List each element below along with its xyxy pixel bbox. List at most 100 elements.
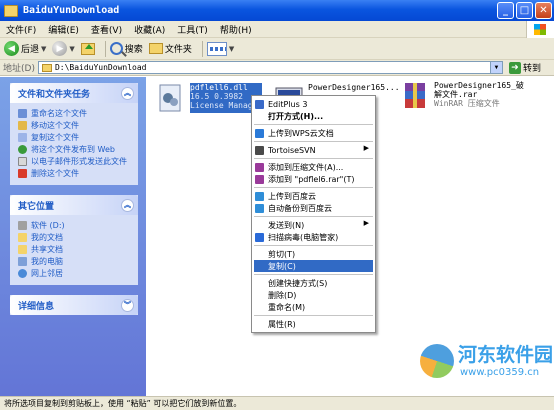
forward-button[interactable]: ▶ ▼ (52, 41, 75, 56)
place-network-label: 网上邻居 (31, 269, 63, 278)
menu-file[interactable]: 文件(F) (0, 23, 42, 36)
context-menu-item[interactable]: 剪切(T) (254, 248, 373, 260)
toolbar: ◀ 后退 ▼ ▶ ▼ 搜索 文件夹 ▼ (0, 38, 554, 60)
context-menu-label: 上传到百度云 (268, 191, 316, 201)
task-rename[interactable]: 重命名这个文件 (18, 108, 132, 119)
network-icon (18, 269, 27, 278)
task-delete[interactable]: 删除这个文件 (18, 168, 132, 179)
task-copy-label: 复制这个文件 (31, 133, 79, 142)
up-folder-button[interactable] (80, 42, 95, 55)
task-email[interactable]: 以电子邮件形式发送此文件 (18, 156, 132, 167)
folders-label: 文件夹 (164, 45, 192, 55)
address-path: D:\BaiduYunDownload (54, 63, 147, 72)
menu-edit[interactable]: 编辑(E) (42, 23, 85, 36)
address-bar: 地址(D) D:\BaiduYunDownload ▼ ➜ 转到 (0, 60, 554, 76)
context-menu-item[interactable]: 添加到 "pdflel6.rar"(T) (254, 173, 373, 185)
address-input[interactable]: D:\BaiduYunDownload ▼ (37, 61, 503, 74)
context-menu-item[interactable]: 复制(C) (254, 260, 373, 272)
context-menu-item[interactable]: EditPlus 3 (254, 98, 373, 110)
views-button[interactable]: ▼ (206, 41, 234, 56)
toolbar-separator (104, 40, 106, 57)
context-menu-label: 剪切(T) (268, 249, 296, 259)
context-menu-label: 发送到(N) (268, 220, 305, 230)
search-button[interactable]: 搜索 (109, 42, 143, 55)
context-menu-item[interactable]: 删除(D) (254, 289, 373, 301)
folder-icon (148, 43, 163, 54)
menu-help[interactable]: 帮助(H) (214, 23, 258, 36)
back-button[interactable]: ◀ 后退 ▼ (4, 41, 46, 56)
folder-icon (18, 233, 27, 242)
place-network[interactable]: 网上邻居 (18, 268, 132, 279)
context-menu-item[interactable]: 创建快捷方式(S) (254, 277, 373, 289)
winrar-archive-icon (400, 81, 430, 111)
menu-separator (254, 245, 373, 246)
file-name-cont: 解文件.rar (434, 90, 478, 99)
context-menu-label: 重命名(M) (268, 302, 306, 312)
context-menu-label: 创建快捷方式(S) (268, 278, 328, 288)
chevron-down-icon[interactable]: ▼ (489, 62, 502, 73)
task-move-label: 移动这个文件 (31, 121, 79, 130)
maximize-button[interactable]: □ (516, 2, 533, 19)
chevron-down-icon[interactable]: ▼ (69, 45, 74, 53)
context-menu-item[interactable]: 扫描病毒(电脑管家) (254, 231, 373, 243)
menu-separator (254, 158, 373, 159)
task-move[interactable]: 移动这个文件 (18, 120, 132, 131)
place-shared-documents[interactable]: 共享文档 (18, 244, 132, 255)
go-button[interactable]: ➜ 转到 (508, 61, 541, 74)
context-menu-item[interactable]: 自动备份到百度云 (254, 202, 373, 214)
task-publish-web[interactable]: 将这个文件发布到 Web (18, 144, 132, 155)
file-item-dll[interactable]: pdflell6.dll 16.5 0.3982 License Manager (156, 83, 263, 113)
go-arrow-icon: ➜ (508, 61, 521, 74)
other-places-title: 其它位置 (18, 201, 55, 212)
chevron-down-icon[interactable]: ▼ (229, 45, 234, 53)
file-tasks-panel: 文件和文件夹任务 ︽ 重命名这个文件 移动这个文件 复制这个文件 将这个文件发布… (10, 83, 138, 185)
globe-icon (18, 145, 27, 154)
place-drive-d[interactable]: 软件 (D:) (18, 220, 132, 231)
menu-favorites[interactable]: 收藏(A) (128, 23, 171, 36)
context-menu-item[interactable]: 上传到百度云 (254, 190, 373, 202)
place-shared-label: 共享文档 (31, 245, 63, 254)
menu-view[interactable]: 查看(V) (85, 23, 128, 36)
place-my-documents[interactable]: 我的文档 (18, 232, 132, 243)
file-type: WinRAR 压缩文件 (434, 99, 500, 108)
folders-button[interactable]: 文件夹 (148, 42, 192, 55)
go-label: 转到 (522, 64, 541, 74)
collapse-icon[interactable]: ︽ (121, 86, 134, 100)
context-menu-item[interactable]: 打开方式(H)... (254, 110, 373, 122)
site-logo-icon (420, 344, 454, 378)
context-menu-label: EditPlus 3 (268, 99, 308, 109)
details-header[interactable]: 详细信息 ︾ (10, 295, 138, 315)
folder-icon (41, 63, 52, 72)
expand-icon[interactable]: ︾ (121, 298, 134, 312)
task-copy[interactable]: 复制这个文件 (18, 132, 132, 143)
file-item-rar[interactable]: PowerDesigner165_破 解文件.rar WinRAR 压缩文件 (400, 81, 524, 111)
minimize-button[interactable]: _ (497, 2, 514, 19)
context-menu-item[interactable]: 发送到(N) ▶ (254, 219, 373, 231)
context-menu-item[interactable]: TortoiseSVN ▶ (254, 144, 373, 156)
menu-tools[interactable]: 工具(T) (171, 23, 214, 36)
other-places-panel: 其它位置 ︽ 软件 (D:) 我的文档 共享文档 我的电脑 网上邻居 (10, 195, 138, 285)
menu-separator (254, 315, 373, 316)
chevron-down-icon[interactable]: ▼ (41, 45, 46, 53)
details-title: 详细信息 (18, 301, 55, 312)
address-label: 地址(D) (3, 64, 35, 74)
context-menu-item[interactable]: 添加到压缩文件(A)... (254, 161, 373, 173)
copy-icon (18, 133, 27, 142)
task-pane: 文件和文件夹任务 ︽ 重命名这个文件 移动这个文件 复制这个文件 将这个文件发布… (0, 77, 146, 396)
menu-separator (254, 274, 373, 275)
move-icon (18, 121, 27, 130)
details-panel: 详细信息 ︾ (10, 295, 138, 315)
close-button[interactable]: ✕ (535, 2, 552, 19)
delete-icon (18, 169, 27, 178)
place-my-computer[interactable]: 我的电脑 (18, 256, 132, 267)
context-menu-item[interactable]: 属性(R) (254, 318, 373, 330)
tortoisesvn-icon (255, 146, 264, 155)
collapse-icon[interactable]: ︽ (121, 198, 134, 212)
file-tasks-title: 文件和文件夹任务 (18, 89, 91, 100)
drive-icon (18, 221, 27, 230)
context-menu-item[interactable]: 重命名(M) (254, 301, 373, 313)
context-menu-item[interactable]: 上传到WPS云文档 (254, 127, 373, 139)
place-drive-label: 软件 (D:) (31, 221, 65, 230)
other-places-header[interactable]: 其它位置 ︽ (10, 195, 138, 215)
file-tasks-header[interactable]: 文件和文件夹任务 ︽ (10, 83, 138, 103)
